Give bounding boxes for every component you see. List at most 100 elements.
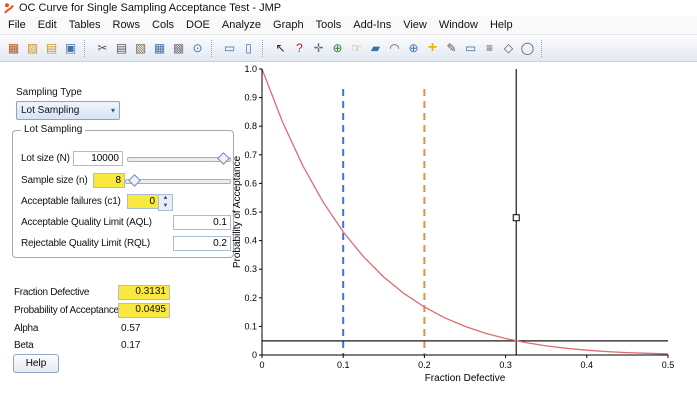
zoom-tool-icon[interactable]: ⊕: [404, 39, 423, 58]
crosshair-handle[interactable]: [512, 214, 520, 222]
menu-rows[interactable]: Rows: [107, 17, 147, 33]
sample-size-row: Sample size (n): [21, 173, 231, 189]
paste-icon[interactable]: ▧: [131, 39, 150, 58]
menu-graph[interactable]: Graph: [267, 17, 310, 33]
aql-label: Acceptable Quality Limit (AQL): [21, 217, 152, 228]
spinner-up-icon[interactable]: ▲: [159, 195, 172, 203]
sample-size-label: Sample size (n): [21, 175, 88, 186]
alpha-row: Alpha 0.57: [14, 321, 237, 337]
menu-tools[interactable]: Tools: [310, 17, 348, 33]
toolbar-separator: [211, 39, 216, 57]
content-area: Sampling Type Lot Sampling ▾ Lot Samplin…: [0, 62, 697, 407]
plus-tool-icon[interactable]: +: [423, 39, 442, 58]
probability-of-acceptance-value[interactable]: 0.0495: [118, 303, 170, 318]
y-tick-label: 0.9: [244, 93, 257, 103]
acceptable-failures-spinner[interactable]: ▲ ▼: [158, 194, 173, 211]
lock-icon[interactable]: ▩: [169, 39, 188, 58]
menu-window[interactable]: Window: [433, 17, 484, 33]
sampling-type-select[interactable]: Lot Sampling ▾: [16, 101, 120, 120]
help-tool-icon[interactable]: ?: [290, 39, 309, 58]
beta-row: Beta 0.17: [14, 338, 237, 354]
spinner-down-icon[interactable]: ▼: [159, 203, 172, 211]
fraction-defective-row: Fraction Defective 0.3131: [14, 285, 237, 301]
journal-icon[interactable]: ▭: [220, 39, 239, 58]
grabber-tool-icon[interactable]: ☞: [347, 39, 366, 58]
lot-sampling-group-title: Lot Sampling: [21, 124, 86, 135]
arrow-tool-icon[interactable]: ↖: [271, 39, 290, 58]
open-icon[interactable]: ▨: [23, 39, 42, 58]
menu-edit[interactable]: Edit: [32, 17, 63, 33]
copy-icon[interactable]: ▤: [112, 39, 131, 58]
layout-icon[interactable]: ▯: [239, 39, 258, 58]
jmp-logo-icon: [3, 2, 15, 14]
rql-input[interactable]: [173, 236, 231, 251]
lot-size-row: Lot size (N): [21, 151, 231, 167]
menu-analyze[interactable]: Analyze: [216, 17, 267, 33]
annotate-tool-icon[interactable]: ✎: [442, 39, 461, 58]
search-icon[interactable]: ⊙: [188, 39, 207, 58]
menu-addins[interactable]: Add-Ins: [347, 17, 397, 33]
x-tick-label: 0.5: [662, 360, 675, 370]
alpha-value: 0.57: [121, 323, 141, 334]
y-tick-label: 0.4: [244, 236, 257, 246]
sample-size-input[interactable]: [93, 173, 125, 188]
menu-help[interactable]: Help: [484, 17, 519, 33]
y-tick-label: 0.2: [244, 293, 257, 303]
cut-icon[interactable]: ✂: [93, 39, 112, 58]
menu-doe[interactable]: DOE: [180, 17, 216, 33]
y-tick-label: 0.3: [244, 264, 257, 274]
slider-track: [127, 157, 231, 162]
sample-size-slider[interactable]: [125, 174, 231, 187]
fraction-defective-value[interactable]: 0.3131: [118, 285, 170, 300]
lot-sampling-group: Lot Sampling Lot size (N) Sample size (n…: [12, 124, 234, 258]
lot-size-input[interactable]: [73, 151, 123, 166]
toolbar-separator: [84, 39, 89, 57]
acceptable-failures-row: Acceptable failures (c1) ▲ ▼: [21, 194, 229, 211]
save-icon[interactable]: ▣: [61, 39, 80, 58]
acceptable-failures-label: Acceptable failures (c1): [21, 196, 121, 207]
alpha-label: Alpha: [14, 323, 39, 334]
rql-label: Rejectable Quality Limit (RQL): [21, 238, 151, 249]
menu-file[interactable]: File: [2, 17, 32, 33]
x-tick-label: 0.3: [499, 360, 512, 370]
y-tick-label: 0.6: [244, 178, 257, 188]
polygon-annotation-icon[interactable]: ◇: [499, 39, 518, 58]
x-axis-title: Fraction Defective: [425, 373, 506, 384]
slider-thumb[interactable]: [128, 174, 142, 187]
crosshair-tool-icon[interactable]: ✛: [309, 39, 328, 58]
y-axis-title: Probability of Acceptance: [232, 155, 243, 268]
lines-annotation-icon[interactable]: ≡: [480, 39, 499, 58]
brush-tool-icon[interactable]: ▰: [366, 39, 385, 58]
chevron-down-icon: ▾: [110, 106, 115, 115]
beta-label: Beta: [14, 340, 34, 351]
lasso-tool-icon[interactable]: ◠: [385, 39, 404, 58]
window-title: OC Curve for Single Sampling Acceptance …: [19, 2, 282, 14]
x-tick-label: 0.1: [337, 360, 350, 370]
globe-tool-icon[interactable]: ⊕: [328, 39, 347, 58]
oval-annotation-icon[interactable]: ◯: [518, 39, 537, 58]
help-button[interactable]: Help: [13, 354, 59, 373]
text-annotation-icon[interactable]: ▭: [461, 39, 480, 58]
probability-of-acceptance-row: Probability of Acceptance 0.0495: [14, 303, 237, 319]
menu-tables[interactable]: Tables: [63, 17, 107, 33]
toolbar-separator: [262, 39, 267, 57]
menu-cols[interactable]: Cols: [146, 17, 180, 33]
lot-size-slider[interactable]: [127, 152, 231, 165]
new-data-table-icon[interactable]: ▦: [4, 39, 23, 58]
aql-row: Acceptable Quality Limit (AQL): [21, 215, 231, 231]
open-recent-icon[interactable]: ▤: [42, 39, 61, 58]
title-bar: OC Curve for Single Sampling Acceptance …: [0, 0, 697, 16]
y-tick-label: 0.1: [244, 321, 257, 331]
data-table-icon[interactable]: ▦: [150, 39, 169, 58]
aql-input[interactable]: [173, 215, 231, 230]
x-tick-label: 0.4: [581, 360, 594, 370]
sampling-type-label: Sampling Type: [16, 87, 82, 98]
y-tick-label: 1.0: [244, 64, 257, 74]
oc-curve-chart[interactable]: 0 0.1 0.2 0.3 0.4 0.5 0.6 0.7 0.8 0.9 1.0 0 0.1 0.2 0.…: [230, 62, 697, 407]
jmp-window: OC Curve for Single Sampling Acceptance …: [0, 0, 697, 407]
slider-thumb[interactable]: [216, 152, 230, 165]
menu-view[interactable]: View: [397, 17, 433, 33]
y-tick-label: 0: [252, 350, 257, 360]
rql-row: Rejectable Quality Limit (RQL): [21, 236, 231, 252]
acceptable-failures-input[interactable]: [127, 194, 159, 209]
